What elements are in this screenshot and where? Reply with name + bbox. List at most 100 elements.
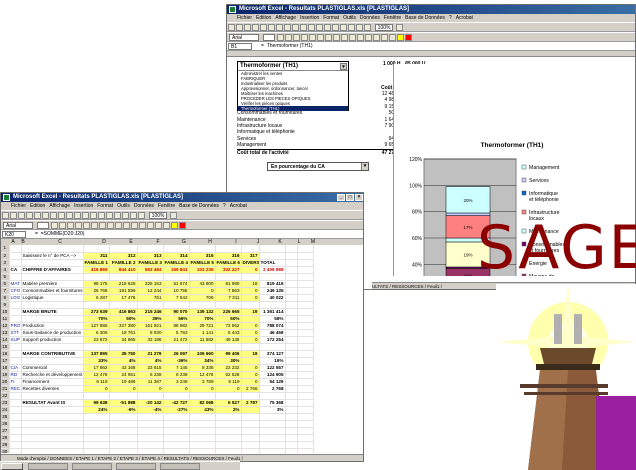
cell[interactable]	[285, 357, 298, 365]
cell[interactable]	[297, 371, 314, 379]
row-code-cell[interactable]	[9, 308, 22, 316]
value-cell[interactable]: 43%	[189, 406, 216, 414]
value-cell[interactable]: -36%	[163, 357, 190, 365]
value-cell[interactable]: 70%	[83, 315, 110, 323]
value-cell[interactable]: 24 951	[109, 371, 138, 379]
row-label-cell[interactable]: Support production	[21, 336, 84, 344]
row-header[interactable]: 27	[1, 427, 10, 435]
total-cell[interactable]: 16%	[259, 357, 286, 365]
value-cell[interactable]: 34%	[189, 357, 216, 365]
bold-icon[interactable]	[277, 34, 285, 41]
dropdown-option[interactable]: Thermoformer (TH1)	[238, 106, 348, 111]
value-cell[interactable]: 1 141	[189, 329, 216, 337]
row-label-cell[interactable]	[21, 448, 84, 453]
value-cell[interactable]: 98 175	[83, 280, 110, 288]
row-code-cell[interactable]: PRO	[9, 322, 22, 330]
activity-dropdown[interactable]: Thermoformer (TH1) ▾ Administrer les vent…	[237, 61, 349, 111]
value-cell[interactable]	[163, 343, 190, 351]
activity-dropdown-value[interactable]: Thermoformer (TH1) ▾	[238, 62, 348, 71]
function-icon[interactable]	[332, 24, 339, 31]
value-cell[interactable]: 2 768	[241, 385, 260, 393]
value-cell[interactable]	[163, 427, 190, 435]
value-cell[interactable]: 7 311	[215, 294, 242, 302]
row-header[interactable]: 6	[1, 280, 10, 288]
row-label-cell[interactable]: CHIFFRE D'AFFAIRES	[21, 266, 84, 274]
value-cell[interactable]: 106 660	[189, 350, 216, 358]
total-cell[interactable]	[259, 420, 286, 428]
align-left-icon[interactable]	[301, 34, 309, 41]
merge-center-icon[interactable]	[99, 222, 107, 229]
legend-item[interactable]: Informatiqueet téléphonie	[521, 190, 559, 203]
back-zoom-select[interactable]: 100%	[374, 24, 394, 31]
front-zoom-select[interactable]: 100%	[148, 212, 168, 219]
percent-icon[interactable]	[115, 222, 123, 229]
family-header-cell[interactable]: DIVERS	[241, 259, 260, 267]
value-cell[interactable]	[241, 413, 260, 421]
total-cell[interactable]: 249 135	[259, 287, 286, 295]
value-cell[interactable]: 18 761	[109, 329, 138, 337]
value-cell[interactable]: 39%	[137, 315, 164, 323]
cell[interactable]	[297, 434, 314, 442]
value-cell[interactable]: 51 674	[163, 280, 190, 288]
value-cell[interactable]	[189, 434, 216, 442]
value-cell[interactable]: 21 279	[137, 350, 164, 358]
row-header[interactable]: 17	[1, 357, 10, 365]
value-cell[interactable]: 3 789	[189, 378, 216, 386]
value-cell[interactable]	[137, 301, 164, 309]
pca-input-cell[interactable]: 311	[83, 252, 110, 260]
cell[interactable]	[297, 259, 314, 267]
row-code-cell[interactable]	[9, 434, 22, 442]
cell[interactable]	[285, 385, 298, 393]
copy-icon[interactable]	[284, 24, 291, 31]
family-header-cell[interactable]: FAMILLE 5	[189, 259, 216, 267]
row-label-cell[interactable]	[21, 406, 84, 414]
value-cell[interactable]	[83, 434, 110, 442]
cell[interactable]	[297, 329, 314, 337]
value-cell[interactable]	[241, 273, 260, 281]
cell[interactable]	[285, 343, 298, 351]
value-cell[interactable]: 0	[83, 385, 110, 393]
value-cell[interactable]: 325 153	[137, 280, 164, 288]
value-cell[interactable]: 11 882	[189, 336, 216, 344]
cell[interactable]	[285, 287, 298, 295]
menu-item[interactable]: Format	[323, 15, 339, 21]
value-cell[interactable]	[109, 441, 138, 449]
italic-icon[interactable]	[59, 222, 67, 229]
value-cell[interactable]	[241, 406, 260, 414]
value-cell[interactable]	[189, 427, 216, 435]
family-header-cell[interactable]: FAMILLE 1	[83, 259, 110, 267]
value-cell[interactable]: 0	[109, 385, 138, 393]
value-cell[interactable]: 6 287	[83, 294, 110, 302]
value-cell[interactable]: 844 410	[109, 266, 138, 274]
autosum-icon[interactable]	[98, 212, 105, 219]
row-header[interactable]: 30	[1, 448, 10, 453]
value-cell[interactable]	[137, 343, 164, 351]
value-cell[interactable]: 0	[241, 294, 260, 302]
menu-item[interactable]: Acrobat	[230, 203, 247, 209]
row-label-cell[interactable]	[21, 427, 84, 435]
row-label-cell[interactable]	[21, 441, 84, 449]
value-cell[interactable]: 60%	[215, 315, 242, 323]
menu-item[interactable]: Edition	[30, 203, 45, 209]
value-cell[interactable]: 30%	[215, 357, 242, 365]
value-cell[interactable]	[83, 343, 110, 351]
value-cell[interactable]	[215, 273, 242, 281]
row-label-cell[interactable]: MARGE CONTRIBUTIVE	[21, 350, 84, 358]
taskbar-button-4[interactable]	[160, 463, 200, 470]
value-cell[interactable]: -4%	[137, 406, 164, 414]
value-cell[interactable]	[241, 448, 260, 453]
value-cell[interactable]	[163, 273, 190, 281]
print-preview-icon[interactable]	[34, 212, 41, 219]
row-header[interactable]: 24	[1, 406, 10, 414]
value-cell[interactable]: 0	[215, 385, 242, 393]
close-button[interactable]: ×	[355, 194, 363, 201]
value-cell[interactable]: 17 862	[83, 364, 110, 372]
pca-input-cell[interactable]: 317	[241, 252, 260, 260]
cell[interactable]	[297, 385, 314, 393]
row-label-cell[interactable]: Recherche et développement	[21, 371, 84, 379]
chevron-down-icon[interactable]: ▾	[340, 63, 347, 70]
row-label-cell[interactable]	[21, 343, 84, 351]
value-cell[interactable]: 8 930	[137, 329, 164, 337]
hyperlink-icon[interactable]	[90, 212, 97, 219]
cell[interactable]	[297, 343, 314, 351]
